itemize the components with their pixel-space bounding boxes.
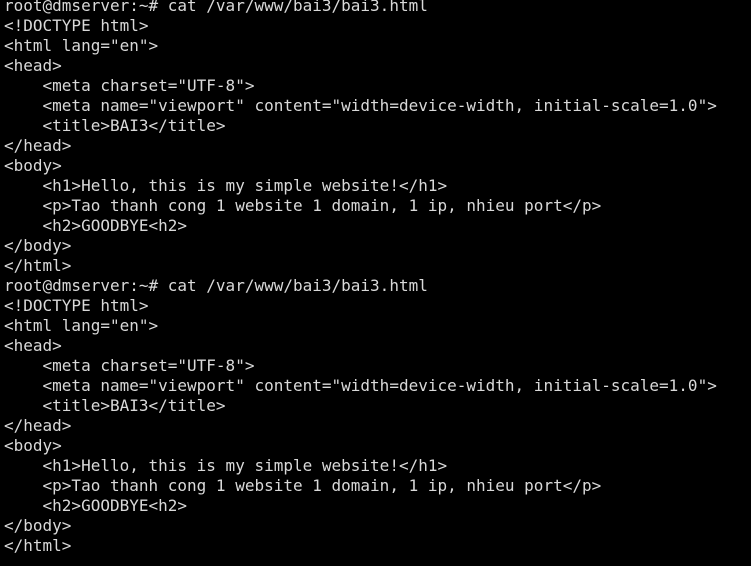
- terminal-line: <p>Tao thanh cong 1 website 1 domain, 1 …: [4, 196, 602, 215]
- terminal-line: <head>: [4, 56, 62, 75]
- terminal-line: </head>: [4, 136, 72, 155]
- terminal-line: <title>BAI3</title>: [4, 116, 226, 135]
- terminal-line: <h1>Hello, this is my simple website!</h…: [4, 456, 448, 475]
- terminal-line: <head>: [4, 336, 62, 355]
- terminal-line: </html>: [4, 256, 72, 275]
- terminal-line: </body>: [4, 516, 72, 535]
- terminal-line: root@dmserver:~# cat /var/www/bai3/bai3.…: [4, 0, 428, 15]
- terminal-line: <p>Tao thanh cong 1 website 1 domain, 1 …: [4, 476, 602, 495]
- terminal-line: <!DOCTYPE html>: [4, 16, 149, 35]
- cursor-row: [4, 556, 751, 566]
- terminal-line: <meta charset="UTF-8">: [4, 356, 255, 375]
- terminal-line: <meta charset="UTF-8">: [4, 76, 255, 95]
- terminal-line: <body>: [4, 436, 62, 455]
- terminal-line: <meta name="viewport" content="width=dev…: [4, 376, 717, 395]
- terminal-line: <h1>Hello, this is my simple website!</h…: [4, 176, 448, 195]
- terminal-line: <h2>GOODBYE<h2>: [4, 496, 188, 515]
- terminal-line: </html>: [4, 536, 72, 555]
- terminal-line: <title>BAI3</title>: [4, 396, 226, 415]
- terminal-line: <!DOCTYPE html>: [4, 296, 149, 315]
- terminal-line: </body>: [4, 236, 72, 255]
- terminal-line: root@dmserver:~# cat /var/www/bai3/bai3.…: [4, 276, 428, 295]
- terminal-line: <meta name="viewport" content="width=dev…: [4, 96, 717, 115]
- terminal-line: <body>: [4, 156, 62, 175]
- terminal-line: <html lang="en">: [4, 316, 159, 335]
- terminal-line: <html lang="en">: [4, 36, 159, 55]
- terminal-line: <h2>GOODBYE<h2>: [4, 216, 188, 235]
- terminal-line: </head>: [4, 416, 72, 435]
- terminal-window[interactable]: root@dmserver:~# cat /var/www/bai3/bai3.…: [0, 0, 751, 566]
